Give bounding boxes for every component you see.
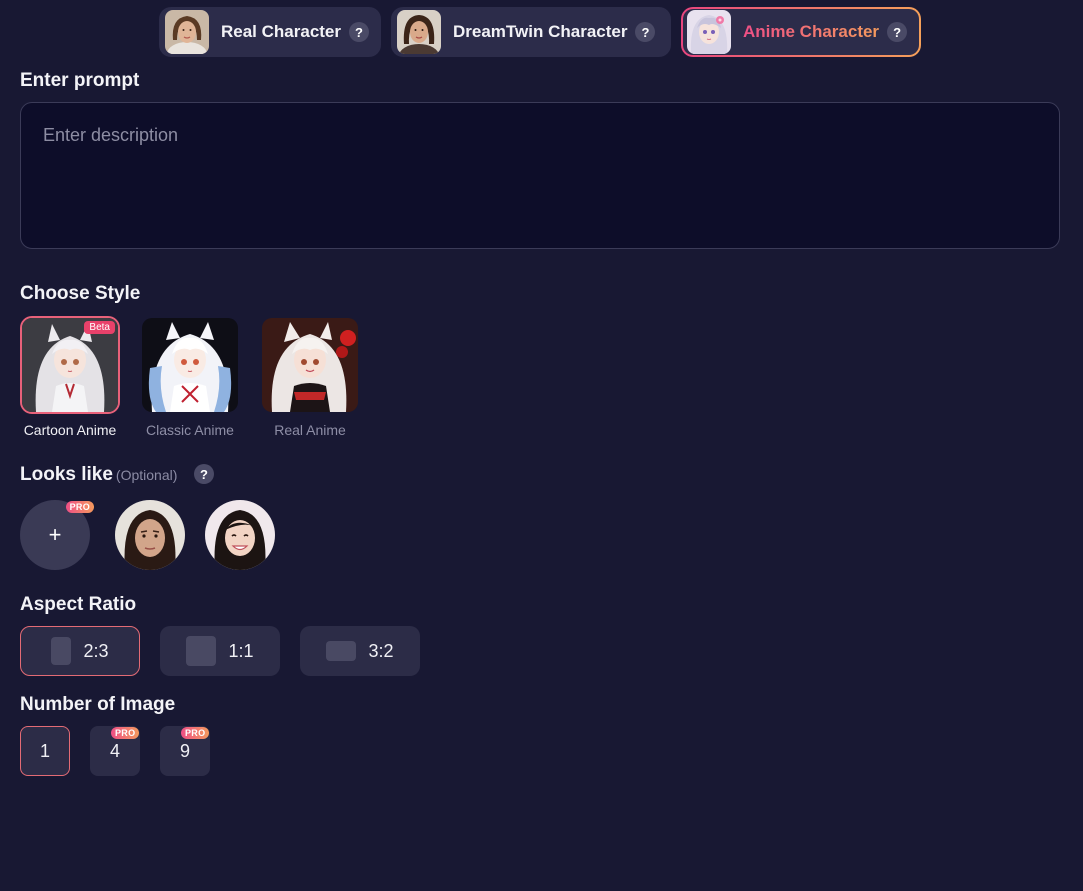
help-icon[interactable]: ? [887,22,908,42]
tab-label: Anime Character [743,22,880,41]
style-label: Cartoon Anime [23,422,117,438]
anime-character-thumbnail [687,10,731,54]
help-icon[interactable]: ? [635,22,656,42]
tab-real-character[interactable]: Real Character ? [159,7,381,57]
aspect-ratio-2-3[interactable]: 2:3 [20,626,140,676]
square-ratio-icon [186,636,217,666]
style-cartoon-anime[interactable]: Beta Cartoon Anime [20,316,120,438]
count-label: 9 [179,740,190,761]
real-anime-thumbnail [260,316,360,414]
image-count-9[interactable]: 9 PRO [160,726,210,776]
face-option-2[interactable] [205,500,275,570]
style-classic-anime[interactable]: Classic Anime [140,316,240,438]
pro-badge: PRO [65,501,94,513]
number-of-image-options: 1 4 PRO 9 PRO [20,726,230,776]
face-option-1[interactable] [115,500,185,570]
beta-badge: Beta [84,321,115,334]
anime-generator-page: Real Character ? DreamTwin Character ? A… [0,0,1083,891]
count-label: 4 [109,740,120,761]
dreamtwin-character-thumbnail [397,10,441,54]
aspect-ratio-options: 2:3 1:1 3:2 [20,626,440,676]
image-count-4[interactable]: 4 PRO [90,726,140,776]
portrait-ratio-icon [51,637,72,665]
style-label: Real Anime [274,422,346,438]
character-type-tabs: Real Character ? DreamTwin Character ? A… [159,7,931,57]
prompt-heading: Enter prompt [20,70,140,91]
cartoon-anime-thumbnail: Beta [20,316,120,414]
looks-like-options: + PRO [20,500,295,570]
style-label: Classic Anime [146,422,234,438]
ratio-label: 2:3 [83,640,109,661]
style-heading: Choose Style [20,283,141,304]
ratio-label: 1:1 [228,640,254,661]
optional-label: (Optional) [115,467,178,483]
tab-dreamtwin-character[interactable]: DreamTwin Character ? [391,7,671,57]
style-real-anime[interactable]: Real Anime [260,316,360,438]
plus-icon: + [48,522,62,547]
tab-label: DreamTwin Character [453,22,628,41]
tab-anime-character[interactable]: Anime Character ? [681,7,921,57]
aspect-ratio-heading: Aspect Ratio [20,594,137,615]
number-of-image-heading: Number of Image [20,694,176,715]
aspect-ratio-3-2[interactable]: 3:2 [300,626,420,676]
landscape-ratio-icon [326,641,357,661]
help-icon[interactable]: ? [349,22,370,42]
pro-badge: PRO [111,727,140,739]
tab-label: Real Character [221,22,342,41]
looks-like-title: Looks like [20,464,113,485]
real-character-thumbnail [165,10,209,54]
prompt-input[interactable] [20,102,1060,249]
help-icon[interactable]: ? [194,464,214,484]
add-face-button[interactable]: + PRO [20,500,94,570]
image-count-1[interactable]: 1 [20,726,70,776]
looks-like-heading: Looks like (Optional) [20,464,177,486]
aspect-ratio-1-1[interactable]: 1:1 [160,626,280,676]
ratio-label: 3:2 [368,640,394,661]
classic-anime-thumbnail [140,316,240,414]
count-label: 1 [39,740,50,761]
pro-badge: PRO [181,727,210,739]
style-options: Beta Cartoon Anime Classic Anime Real An… [20,316,380,438]
